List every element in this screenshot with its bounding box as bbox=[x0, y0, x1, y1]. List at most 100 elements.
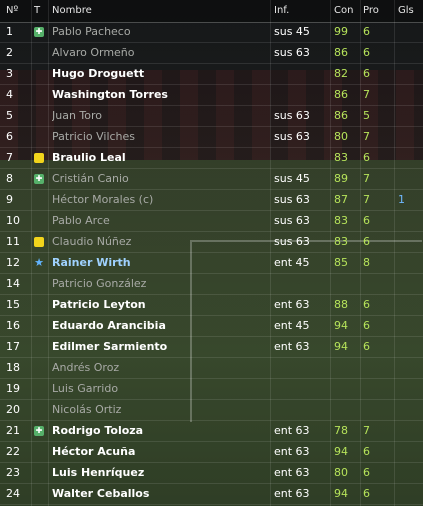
player-condition: 83 bbox=[334, 214, 348, 227]
player-name[interactable]: Patricio Leyton bbox=[52, 295, 270, 315]
player-name[interactable]: Patricio González bbox=[52, 274, 270, 294]
player-name[interactable]: Edilmer Sarmiento bbox=[52, 337, 270, 357]
player-status-cell bbox=[34, 337, 48, 357]
player-condition: 83 bbox=[334, 235, 348, 248]
player-number: 2 bbox=[6, 46, 13, 59]
player-condition: 86 bbox=[334, 88, 348, 101]
player-condition bbox=[334, 400, 360, 420]
player-name[interactable]: Rodrigo Toloza bbox=[52, 421, 270, 441]
column-header-gls[interactable]: Gls bbox=[398, 0, 422, 22]
player-rating bbox=[363, 400, 393, 420]
player-name[interactable]: Washington Torres bbox=[52, 85, 270, 105]
player-number: 20 bbox=[6, 403, 20, 416]
column-header-inf[interactable]: Inf. bbox=[274, 0, 330, 22]
player-condition: 86 bbox=[334, 46, 348, 59]
player-goals bbox=[398, 274, 422, 294]
player-rating bbox=[363, 274, 393, 294]
player-name[interactable]: Patricio Vilches bbox=[52, 127, 270, 147]
player-name[interactable]: Luis Henríquez bbox=[52, 463, 270, 483]
player-name[interactable]: Andrés Oroz bbox=[52, 358, 270, 378]
player-status-cell bbox=[34, 274, 48, 294]
player-substitution-info: ent 63 bbox=[274, 445, 310, 458]
player-substitution-info: sus 63 bbox=[274, 214, 310, 227]
player-status-cell bbox=[34, 316, 48, 336]
player-number: 24 bbox=[6, 487, 20, 500]
player-goals: 1 bbox=[398, 193, 405, 206]
player-status-cell bbox=[34, 400, 48, 420]
player-status-cell: ✚ bbox=[34, 22, 48, 42]
player-goals bbox=[398, 358, 422, 378]
column-header-t[interactable]: T bbox=[34, 0, 48, 22]
player-condition: 78 bbox=[334, 424, 348, 437]
player-number: 23 bbox=[6, 466, 20, 479]
player-name[interactable]: Héctor Morales (c) bbox=[52, 190, 270, 210]
player-substitution-info: ent 63 bbox=[274, 340, 310, 353]
column-header-name[interactable]: Nombre bbox=[52, 0, 270, 22]
player-substitution-info bbox=[274, 64, 330, 84]
player-status-cell bbox=[34, 295, 48, 315]
player-status-cell bbox=[34, 379, 48, 399]
column-header-con[interactable]: Con bbox=[334, 0, 360, 22]
player-goals bbox=[398, 463, 422, 483]
player-rating: 7 bbox=[363, 193, 370, 206]
player-rating: 8 bbox=[363, 256, 370, 269]
player-substitution-info: sus 63 bbox=[274, 130, 310, 143]
player-goals bbox=[398, 379, 422, 399]
player-substitution-info bbox=[274, 85, 330, 105]
player-substitution-info: sus 63 bbox=[274, 235, 310, 248]
player-name[interactable]: Cristián Canio bbox=[52, 169, 270, 189]
player-name[interactable]: Rainer Wirth bbox=[52, 253, 270, 273]
player-condition: 88 bbox=[334, 298, 348, 311]
player-condition bbox=[334, 379, 360, 399]
player-substitution-info: ent 63 bbox=[274, 487, 310, 500]
player-name[interactable]: Pablo Pacheco bbox=[52, 22, 270, 42]
player-condition: 86 bbox=[334, 109, 348, 122]
player-name[interactable]: Juan Toro bbox=[52, 106, 270, 126]
player-goals bbox=[398, 148, 422, 168]
player-status-cell bbox=[34, 211, 48, 231]
player-condition: 87 bbox=[334, 193, 348, 206]
column-divider bbox=[31, 0, 32, 506]
player-substitution-info: ent 63 bbox=[274, 298, 310, 311]
player-name[interactable]: Héctor Acuña bbox=[52, 442, 270, 462]
player-status-cell bbox=[34, 442, 48, 462]
player-status-cell bbox=[34, 148, 48, 168]
player-condition bbox=[334, 358, 360, 378]
player-status-cell bbox=[34, 64, 48, 84]
player-number: 9 bbox=[6, 193, 13, 206]
player-name[interactable]: Eduardo Arancibia bbox=[52, 316, 270, 336]
player-substitution-info: ent 45 bbox=[274, 319, 310, 332]
column-header-number[interactable]: Nº bbox=[6, 0, 32, 22]
player-status-cell bbox=[34, 484, 48, 504]
player-number: 17 bbox=[6, 340, 20, 353]
player-name[interactable]: Claudio Núñez bbox=[52, 232, 270, 252]
player-substitution-info bbox=[274, 358, 330, 378]
player-goals bbox=[398, 295, 422, 315]
player-substitution-info: ent 63 bbox=[274, 424, 310, 437]
player-status-cell bbox=[34, 232, 48, 252]
player-condition: 94 bbox=[334, 340, 348, 353]
player-goals bbox=[398, 43, 422, 63]
player-name[interactable]: Alvaro Ormeño bbox=[52, 43, 270, 63]
player-name[interactable]: Walter Ceballos bbox=[52, 484, 270, 504]
player-substitution-info bbox=[274, 379, 330, 399]
player-goals bbox=[398, 85, 422, 105]
player-name[interactable]: Braulio Leal bbox=[52, 148, 270, 168]
player-condition: 94 bbox=[334, 319, 348, 332]
player-condition: 83 bbox=[334, 151, 348, 164]
player-number: 1 bbox=[6, 25, 13, 38]
player-goals bbox=[398, 169, 422, 189]
player-number: 5 bbox=[6, 109, 13, 122]
medical-cross-icon: ✚ bbox=[34, 174, 44, 184]
player-condition: 82 bbox=[334, 67, 348, 80]
player-name[interactable]: Nicolás Ortiz bbox=[52, 400, 270, 420]
player-name[interactable]: Luis Garrido bbox=[52, 379, 270, 399]
column-header-pro[interactable]: Pro bbox=[363, 0, 393, 22]
player-rating: 6 bbox=[363, 487, 370, 500]
player-name[interactable]: Pablo Arce bbox=[52, 211, 270, 231]
player-number: 12 bbox=[6, 256, 20, 269]
player-number: 18 bbox=[6, 361, 20, 374]
yellow-card-icon bbox=[34, 153, 44, 163]
player-number: 22 bbox=[6, 445, 20, 458]
player-name[interactable]: Hugo Droguett bbox=[52, 64, 270, 84]
